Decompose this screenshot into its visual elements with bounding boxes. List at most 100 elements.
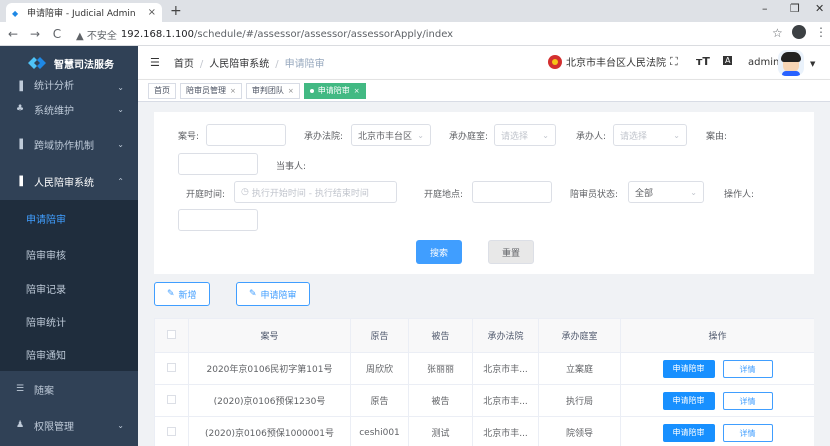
tribunal-select[interactable]: 请选择 ⌄	[494, 124, 556, 146]
close-window-icon[interactable]: ✕	[815, 2, 824, 15]
menu-label: 系统维护	[34, 105, 74, 117]
trial-place-input[interactable]	[472, 181, 552, 203]
column-header: 原告	[350, 318, 409, 353]
browser-tab-bar: ◆ 申请陪审 - Judicial Admin × + – ❐ ✕	[0, 0, 830, 22]
row-checkbox[interactable]	[167, 394, 176, 404]
row-detail-button[interactable]: 详情	[722, 391, 773, 410]
actions-cell: 申请陪审 详情	[620, 352, 814, 385]
row-apply-button[interactable]: 申请陪审	[662, 359, 715, 378]
close-icon[interactable]: ×	[288, 87, 294, 95]
court-label: 承办法院:	[304, 132, 344, 142]
status-select[interactable]: 全部 ⌄	[628, 181, 704, 203]
case-table: 案号 原告 被告 承办法院 承办庭室 操作 2020年京0106民初字第101号…	[154, 318, 814, 446]
restore-icon[interactable]: ❐	[790, 2, 800, 15]
tag-label: 申请陪审	[317, 86, 350, 95]
handler-select[interactable]: 请选择 ⌄	[613, 124, 687, 146]
menu-item-statistics[interactable]: ▐ 统计分析 ⌄	[0, 80, 138, 92]
add-button[interactable]: ✎ 新增	[154, 282, 210, 306]
submenu-item-notify[interactable]: 陪审通知	[0, 338, 138, 371]
new-tab-button[interactable]: +	[170, 3, 182, 19]
time-label: 开庭时间:	[186, 190, 226, 200]
menu-item-jury-system[interactable]: ▐ 人民陪审系统 ⌃	[0, 163, 138, 200]
breadcrumb-section[interactable]: 人民陪审系统	[209, 59, 269, 70]
status-select-value: 全部	[635, 188, 654, 199]
court-select[interactable]: 北京市丰台区 ⌄	[351, 124, 431, 146]
close-icon[interactable]: ×	[230, 87, 236, 95]
theme-icon[interactable]: A	[723, 56, 733, 65]
browser-tab[interactable]: ◆ 申请陪审 - Judicial Admin ×	[6, 3, 162, 22]
submenu-label: 申请陪审	[26, 214, 66, 226]
row-apply-button[interactable]: 申请陪审	[662, 391, 715, 410]
brand-logo-icon	[28, 57, 46, 69]
edit-icon: ✎	[249, 289, 257, 299]
submenu-label: 陪审通知	[26, 351, 66, 362]
row-checkbox[interactable]	[167, 426, 176, 436]
plaintiff-cell: ceshi001	[350, 416, 409, 446]
menu-item-system[interactable]: ♣ 系统维护 ⌄	[0, 92, 138, 126]
breadcrumb-home[interactable]: 首页	[174, 59, 194, 70]
search-button[interactable]: 搜索	[416, 240, 462, 264]
select-all-cell[interactable]	[154, 318, 189, 353]
table-row: 2020年京0106民初字第101号 周欣欣 张丽丽 北京市丰... 立案庭 申…	[154, 352, 814, 385]
row-detail-button[interactable]: 详情	[722, 423, 773, 442]
back-icon[interactable]: ←	[2, 27, 24, 41]
row-checkbox[interactable]	[167, 362, 176, 372]
party-input[interactable]	[312, 153, 412, 175]
browser-menu-icon[interactable]: ⋮	[815, 25, 827, 39]
column-header: 承办庭室	[538, 318, 621, 353]
tag-jury-manage[interactable]: 陪审员管理 ×	[180, 82, 242, 99]
avatar[interactable]	[778, 50, 804, 76]
tag-home[interactable]: 首页	[148, 82, 176, 99]
forward-icon[interactable]: →	[24, 27, 46, 41]
font-size-icon[interactable]: тT	[696, 55, 710, 68]
defendant-cell: 张丽丽	[408, 352, 473, 385]
reload-icon[interactable]: C	[46, 27, 68, 41]
reset-button[interactable]: 重置	[488, 240, 534, 264]
close-tab-icon[interactable]: ×	[148, 7, 156, 18]
chevron-down-icon: ⌄	[690, 187, 697, 197]
court-cell: 北京市丰...	[472, 416, 539, 446]
submenu-label: 陪审审核	[26, 250, 66, 262]
court-select-value: 北京市丰台区	[358, 131, 413, 142]
tribunal-cell: 执行局	[538, 384, 621, 417]
tag-apply-jury[interactable]: 申请陪审 ×	[303, 82, 366, 99]
address-bar: ← → C ▲ 不安全 192.168.1.100 /schedule/#/as…	[0, 22, 830, 46]
caret-down-icon[interactable]: ▼	[810, 60, 815, 68]
username[interactable]: admin	[748, 57, 779, 68]
submenu-item-records[interactable]: 陪审记录	[0, 272, 138, 305]
tribunal-cell: 立案庭	[538, 352, 621, 385]
minimize-icon[interactable]: –	[762, 2, 768, 15]
fullscreen-icon[interactable]: ⛶	[670, 55, 678, 69]
time-placeholder: 执行开始时间 - 执行结束时间	[251, 188, 369, 199]
user-icon: ♟	[16, 420, 25, 430]
account-icon[interactable]	[792, 25, 806, 39]
select-all-checkbox[interactable]	[167, 329, 176, 339]
sidebar: 智慧司法服务 ▐ 统计分析 ⌄ ♣ 系统维护 ⌄ ▐ 跨域协作机制 ⌄ ▐ 人民…	[0, 46, 138, 446]
brand[interactable]: 智慧司法服务	[0, 46, 138, 80]
close-icon[interactable]: ×	[354, 87, 360, 95]
submenu-item-review[interactable]: 陪审审核	[0, 236, 138, 272]
menu-item-permissions[interactable]: ♟ 权限管理 ⌄	[0, 407, 138, 443]
chart-icon: ▐	[16, 139, 23, 150]
submenu-item-stats[interactable]: 陪审统计	[0, 305, 138, 338]
row-detail-button[interactable]: 详情	[722, 359, 773, 378]
menu-item-cross-domain[interactable]: ▐ 跨域协作机制 ⌄	[0, 126, 138, 163]
submenu-item-apply[interactable]: 申请陪审	[0, 200, 138, 236]
operator-input[interactable]	[178, 209, 258, 231]
menu-item-case[interactable]: ☰ 随案	[0, 371, 138, 407]
cause-input[interactable]	[178, 153, 258, 175]
chevron-down-icon: ⌄	[117, 420, 124, 430]
url-field[interactable]: ▲ 不安全 192.168.1.100 /schedule/#/assessor…	[76, 25, 766, 43]
bookmark-star-icon[interactable]: ☆	[772, 26, 783, 40]
breadcrumb: 首页 / 人民陪审系统 / 申请陪审	[173, 59, 325, 70]
hamburger-icon[interactable]: ☰	[150, 56, 160, 69]
tag-trial-team[interactable]: 审判团队 ×	[245, 82, 300, 99]
row-apply-button[interactable]: 申请陪审	[662, 423, 715, 442]
apply-jury-button[interactable]: ✎ 申请陪审	[236, 282, 310, 306]
handler-label: 承办人:	[576, 132, 607, 142]
menu-label: 跨域协作机制	[34, 141, 94, 152]
case-no-input[interactable]	[206, 124, 286, 146]
main-content: 案号: 承办法院: 北京市丰台区 ⌄ 承办庭室: 请选择 ⌄ 承办人: 请选择 …	[138, 102, 830, 446]
menu-label: 统计分析	[34, 81, 74, 92]
trial-time-range[interactable]: ◷ 执行开始时间 - 执行结束时间	[234, 181, 397, 203]
